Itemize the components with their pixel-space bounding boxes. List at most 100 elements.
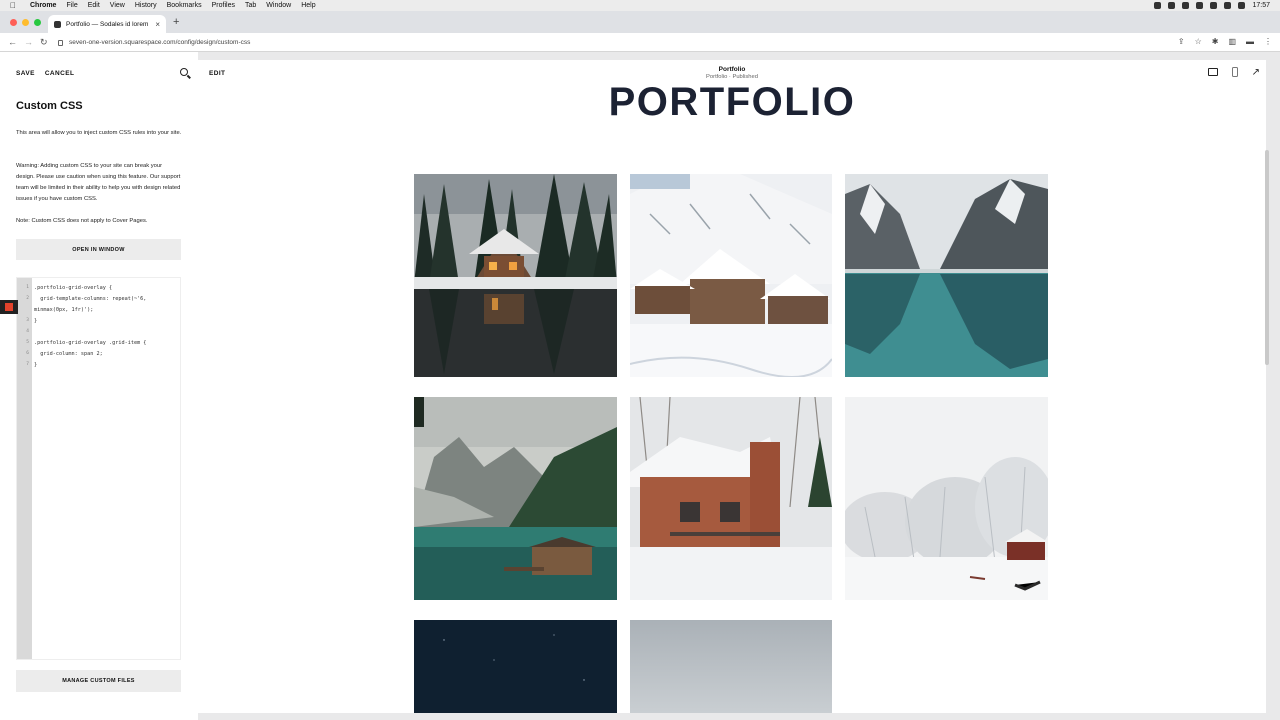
lock-icon [58, 39, 63, 46]
code-lines: 1 .portfolio-grid-overlay { 2 grid-templat… [17, 282, 180, 370]
search-icon[interactable] [1238, 2, 1246, 9]
menu-help[interactable]: Help [301, 2, 315, 9]
preview-scrollbar[interactable] [1265, 150, 1269, 365]
url-bar[interactable]: seven-one-version.squarespace.com/config… [58, 36, 1208, 49]
search-icon[interactable] [180, 68, 188, 76]
menu-history[interactable]: History [135, 2, 157, 9]
close-tab-icon[interactable]: × [155, 20, 160, 29]
gallery-item-snowy-chalets[interactable] [630, 174, 832, 377]
menu-tab[interactable]: Tab [245, 2, 256, 9]
gallery-item-mountain-lake[interactable] [845, 174, 1048, 377]
cabin-lake-forest-image [414, 174, 617, 377]
browser-toolbar-right: ⇪ ☆ ✱ ▥ ▬ ⋮ [1178, 37, 1272, 46]
sidebar-icon[interactable]: ▥ [1228, 37, 1236, 46]
code-line[interactable]: 3} [17, 315, 180, 326]
menu-file[interactable]: File [66, 2, 77, 9]
code-line[interactable]: minmax(0px, 1fr)'); [17, 304, 180, 315]
browser-toolbar: ← → ↻ seven-one-version.squarespace.com/… [0, 33, 1280, 52]
status-icon[interactable] [1168, 2, 1176, 9]
share-icon[interactable]: ⇪ [1178, 37, 1185, 46]
status-icon[interactable] [1182, 2, 1190, 9]
code-line[interactable]: 7} [17, 359, 180, 370]
code-text: .portfolio-grid-overlay { [34, 284, 113, 291]
portfolio-heading: PORTFOLIO [608, 80, 856, 124]
gallery-item-night-sky[interactable] [414, 620, 617, 713]
panel-warning-text: Warning: Adding custom CSS to your site … [16, 163, 181, 202]
profile-icon[interactable]: ▬ [1246, 37, 1254, 46]
menubar-clock[interactable]: 17:57 [1252, 2, 1270, 9]
menu-app-name[interactable]: Chrome [30, 2, 56, 9]
reload-icon[interactable]: ↻ [40, 37, 48, 48]
code-line[interactable]: 4 [17, 326, 180, 337]
apple-icon[interactable]:  [10, 1, 18, 10]
gallery-item-cabin-lake-forest[interactable] [414, 174, 617, 377]
record-indicator-icon [0, 300, 18, 314]
preview-page-title: Portfolio [718, 66, 746, 73]
forward-arrow-icon[interactable]: → [24, 37, 33, 47]
mobile-view-icon[interactable] [1231, 67, 1238, 77]
code-line[interactable]: 5 .portfolio-grid-overlay .grid-item { [17, 337, 180, 348]
status-icon[interactable] [1196, 2, 1204, 9]
macos-menubar:  Chrome File Edit View History Bookmark… [0, 0, 1280, 11]
mountain-lake-image [845, 174, 1048, 377]
zoom-window-button[interactable] [34, 19, 41, 26]
gallery-item-boathouse-lake[interactable] [414, 397, 617, 600]
open-in-window-button[interactable]: OPEN IN WINDOW [16, 239, 181, 260]
preview-view-controls: ↗ [1207, 67, 1260, 78]
line-number: 6 [26, 351, 29, 356]
save-button[interactable]: SAVE [16, 70, 35, 77]
grey-sky-image [630, 620, 832, 713]
code-line[interactable]: 2 grid-template-columns: repeat(~'6, [17, 293, 180, 304]
close-window-button[interactable] [10, 19, 17, 26]
css-code-editor[interactable]: 1 .portfolio-grid-overlay { 2 grid-templat… [16, 277, 181, 660]
gallery-item-grey-sky[interactable] [630, 620, 832, 713]
bookmark-star-icon[interactable]: ☆ [1195, 37, 1202, 46]
manage-custom-files-button[interactable]: MANAGE CUSTOM FILES [16, 670, 181, 692]
code-line[interactable]: 6 grid-column: span 2; [17, 348, 180, 359]
menubar-status-area: 17:57 [1154, 0, 1270, 11]
code-text: } [34, 317, 38, 324]
gallery-item-red-cabin-snow[interactable] [630, 397, 832, 600]
code-text: grid-column: span 2; [34, 350, 103, 357]
snowy-field-image [845, 397, 1048, 600]
new-tab-icon[interactable]: + [173, 16, 179, 28]
menu-bookmarks[interactable]: Bookmarks [167, 2, 202, 9]
back-arrow-icon[interactable]: ← [8, 37, 17, 47]
minimize-window-button[interactable] [22, 19, 29, 26]
gallery-item-snowy-field[interactable] [845, 397, 1048, 600]
line-number: 3 [26, 318, 29, 323]
browser-tab-active[interactable]: Portfolio — Sodales id lorem × [48, 15, 166, 33]
panel-title: Custom CSS [16, 100, 83, 112]
code-text: minmax(0px, 1fr)'); [34, 306, 94, 313]
code-line[interactable]: 1 .portfolio-grid-overlay { [17, 282, 180, 293]
line-number: 2 [26, 296, 29, 301]
extensions-icon[interactable]: ✱ [1212, 37, 1219, 46]
code-text: grid-template-columns: repeat(~'6, [34, 295, 147, 302]
status-icon[interactable] [1154, 2, 1162, 9]
line-number: 1 [26, 285, 29, 290]
squarespace-favicon-icon [54, 20, 61, 28]
tab-title: Portfolio — Sodales id lorem [66, 20, 149, 28]
window-controls [10, 19, 41, 26]
cancel-button[interactable]: CANCEL [45, 70, 74, 77]
line-number: 4 [26, 329, 29, 334]
expand-arrow-icon[interactable]: ↗ [1252, 68, 1260, 78]
line-number: 7 [26, 362, 29, 367]
url-text: seven-one-version.squarespace.com/config… [69, 39, 251, 46]
menu-window[interactable]: Window [266, 2, 291, 9]
line-number: 5 [26, 340, 29, 345]
code-text: } [34, 361, 38, 368]
desktop-view-icon[interactable] [1207, 68, 1218, 76]
browser-tab-strip: Portfolio — Sodales id lorem × + [0, 11, 1280, 33]
menu-view[interactable]: View [110, 2, 125, 9]
wifi-icon[interactable] [1210, 2, 1218, 9]
custom-css-panel: SAVE CANCEL Custom CSS This area will al… [0, 52, 198, 720]
menu-edit[interactable]: Edit [88, 2, 100, 9]
battery-icon[interactable] [1224, 2, 1232, 9]
menu-profiles[interactable]: Profiles [212, 2, 235, 9]
more-menu-icon[interactable]: ⋮ [1264, 37, 1272, 46]
code-text: .portfolio-grid-overlay .grid-item { [34, 339, 147, 346]
panel-intro-text: This area will allow you to inject custo… [16, 130, 182, 136]
night-sky-image [414, 620, 617, 713]
panel-header: SAVE CANCEL [16, 68, 188, 77]
